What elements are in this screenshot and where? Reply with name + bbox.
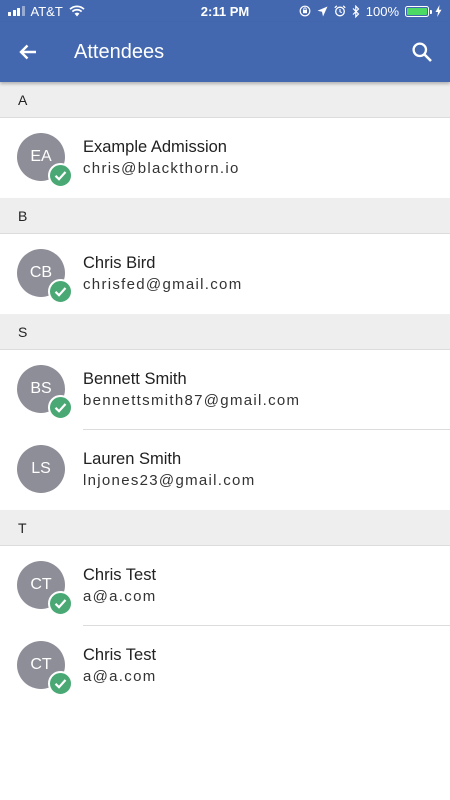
checked-in-icon (48, 279, 73, 304)
search-button[interactable] (394, 22, 450, 82)
back-button[interactable] (0, 22, 56, 82)
app-bar: Attendees (0, 22, 450, 82)
attendee-info: Lauren Smith lnjones23@gmail.com (83, 430, 256, 510)
attendee-name: Chris Test (83, 646, 157, 664)
attendee-email: a@a.com (83, 588, 157, 605)
checked-in-icon (48, 163, 73, 188)
attendee-row[interactable]: EA Example Admission chris@blackthorn.io (0, 118, 450, 198)
attendee-info: Bennett Smith bennettsmith87@gmail.com (83, 350, 300, 430)
status-bar: AT&T 2:11 PM 100% (0, 0, 450, 22)
attendee-info: Chris Test a@a.com (83, 626, 157, 706)
attendee-name: Chris Bird (83, 254, 156, 272)
attendee-list: A EA Example Admission chris@blackthorn.io B… (0, 82, 450, 706)
attendee-email: bennettsmith87@gmail.com (83, 392, 301, 409)
status-bar-left: AT&T (8, 4, 85, 19)
attendee-email: chris@blackthorn.io (83, 160, 240, 177)
section-header-s: S (0, 314, 450, 350)
rotation-lock-icon (299, 5, 311, 17)
attendee-name: Lauren Smith (83, 450, 182, 468)
section-header-b: B (0, 198, 450, 234)
attendee-info: Chris Test a@a.com (83, 546, 157, 626)
attendee-info: Example Admission chris@blackthorn.io (83, 118, 240, 198)
section-header-t: T (0, 510, 450, 546)
checked-in-icon (48, 395, 73, 420)
attendee-email: a@a.com (83, 668, 157, 685)
attendee-row[interactable]: LS Lauren Smith lnjones23@gmail.com (0, 430, 450, 510)
battery-icon (405, 5, 432, 17)
attendee-name: Chris Test (83, 566, 157, 584)
alarm-icon (334, 5, 346, 17)
carrier-label: AT&T (30, 3, 63, 19)
location-icon (317, 6, 328, 16)
attendee-email: chrisfed@gmail.com (83, 276, 243, 293)
search-icon (412, 42, 432, 62)
arrow-back-icon (19, 44, 36, 60)
bluetooth-icon (352, 4, 360, 18)
attendee-info: Chris Bird chrisfed@gmail.com (83, 234, 243, 314)
attendee-email: lnjones23@gmail.com (83, 472, 256, 489)
attendee-row[interactable]: CT Chris Test a@a.com (0, 546, 450, 626)
page-title: Attendees (74, 40, 165, 63)
attendee-name: Bennett Smith (83, 370, 187, 388)
attendee-name: Example Admission (83, 138, 227, 156)
status-bar-right: 100% (299, 4, 442, 19)
battery-percent: 100% (365, 3, 399, 19)
attendee-row[interactable]: CB Chris Bird chrisfed@gmail.com (0, 234, 450, 314)
battery-level (407, 7, 427, 15)
checked-in-icon (48, 671, 73, 696)
attendee-row[interactable]: CT Chris Test a@a.com (0, 626, 450, 706)
wifi-icon (69, 5, 85, 17)
status-time: 2:11 PM (200, 3, 250, 19)
signal-icon (8, 6, 25, 16)
checked-in-icon (48, 591, 73, 616)
attendee-row[interactable]: BS Bennett Smith bennettsmith87@gmail.com (0, 350, 450, 430)
section-header-a: A (0, 82, 450, 118)
avatar: LS (17, 445, 65, 493)
charging-icon (435, 5, 442, 17)
